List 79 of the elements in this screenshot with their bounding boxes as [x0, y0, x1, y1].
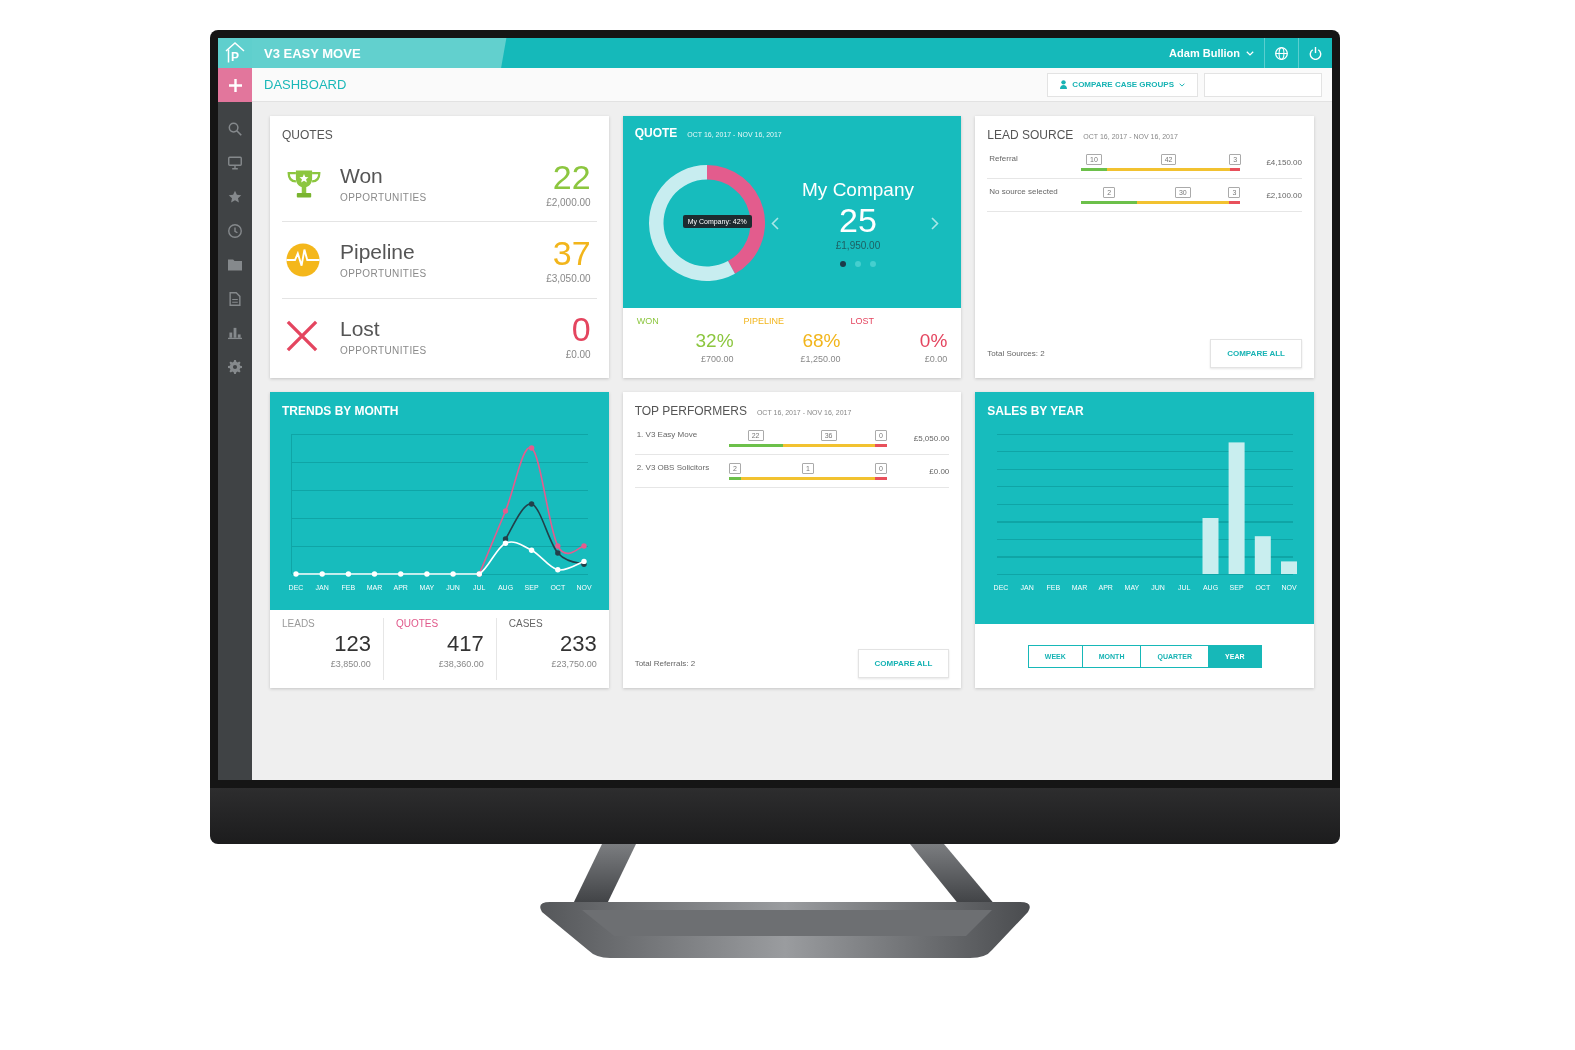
amount-value: £5,050.00 — [912, 434, 950, 443]
settings-icon[interactable] — [228, 360, 242, 374]
total-label: Total Referrals: 2 — [634, 659, 696, 668]
count-value: 233 — [558, 631, 597, 657]
status-label: Lost — [340, 316, 381, 341]
input-field[interactable] — [1204, 72, 1322, 97]
chevron-right-icon[interactable] — [931, 216, 940, 230]
card-title: LEAD SOURCE — [987, 128, 1074, 142]
status-label: WON — [636, 316, 660, 326]
add-button[interactable] — [218, 68, 252, 102]
percent-value: 68% — [801, 330, 841, 352]
compare-all-button[interactable]: COMPARE ALL — [857, 649, 950, 678]
total-label: Total Sources: 2 — [987, 349, 1045, 358]
percent-value: 0% — [918, 330, 948, 352]
count-value: 0 — [570, 312, 591, 347]
amount-value: £4,150.00 — [1265, 158, 1302, 167]
row-label: 2. V3 OBS Solicitors — [635, 463, 711, 472]
amount-value: £0.00 — [565, 349, 591, 361]
bar-chart-icon[interactable] — [228, 326, 242, 340]
amount-value: £2,100.00 — [1265, 191, 1302, 200]
count-value: 37 — [551, 236, 591, 270]
card-title: TOP PERFORMERS — [634, 404, 747, 418]
company-name: My Company — [802, 178, 914, 201]
status-label: Won — [340, 164, 384, 189]
amount-value: £3,050.00 — [546, 273, 591, 284]
star-icon[interactable] — [228, 190, 242, 204]
page-title: DASHBOARD — [263, 77, 347, 92]
status-label: LOST — [850, 316, 875, 326]
pulse-icon — [286, 243, 320, 277]
logo: P — [218, 38, 252, 68]
page-dot[interactable] — [840, 261, 846, 268]
plus-icon — [228, 78, 242, 92]
card-title: SALES BY YEAR — [987, 404, 1085, 418]
count-value: 25 — [839, 200, 877, 241]
compare-groups-button[interactable]: COMPARE CASE GROUPS — [1047, 72, 1198, 97]
chevron-left-icon[interactable] — [770, 216, 779, 230]
caption-label: OPPORTUNITIES — [340, 192, 428, 204]
compare-all-button[interactable]: COMPARE ALL — [1210, 339, 1302, 368]
card-title: TRENDS BY MONTH — [282, 404, 400, 418]
cross-icon — [286, 320, 318, 353]
total-label: QUOTES — [395, 618, 440, 629]
amount-value: £1,950.00 — [835, 240, 881, 252]
amount-value: £0.00 — [928, 467, 950, 476]
amount-value: £38,360.00 — [437, 659, 484, 669]
row-label: No source selected — [988, 187, 1059, 196]
page-dot[interactable] — [855, 261, 861, 268]
globe-icon[interactable] — [1275, 46, 1288, 60]
percent-value: 32% — [694, 330, 734, 352]
page-dot[interactable] — [870, 261, 876, 268]
search-icon[interactable] — [228, 122, 242, 136]
row-label: 1. V3 Easy Move — [635, 430, 699, 439]
count-value: 123 — [333, 631, 371, 657]
document-icon[interactable] — [228, 292, 242, 306]
caption-label: OPPORTUNITIES — [340, 268, 428, 280]
caret-icon — [1246, 50, 1254, 56]
total-label: CASES — [508, 618, 544, 629]
row-label: Referral — [988, 154, 1019, 163]
count-value: 22 — [551, 159, 591, 194]
amount-value: £23,750.00 — [550, 659, 597, 669]
amount-value: £0.00 — [923, 354, 948, 364]
amount-value: £2,000.00 — [546, 196, 591, 208]
app-name: V3 EASY MOVE — [263, 45, 361, 61]
card-title: QUOTE — [634, 126, 678, 140]
status-label: Pipeline — [340, 240, 416, 265]
folder-icon[interactable] — [228, 258, 242, 272]
caption-label: OPPORTUNITIES — [340, 344, 428, 356]
amount-value: £700.00 — [700, 354, 734, 364]
status-label: PIPELINE — [743, 316, 786, 326]
total-label: LEADS — [282, 618, 316, 629]
amount-value: £1,250.00 — [799, 354, 841, 364]
user-menu[interactable]: Adam Bullion — [1159, 38, 1264, 68]
monitor-icon[interactable] — [228, 156, 242, 170]
count-value: 417 — [446, 631, 484, 657]
amount-value: £3,850.00 — [329, 659, 371, 669]
power-icon[interactable] — [1309, 46, 1322, 60]
person-icon — [1060, 80, 1068, 89]
card-title: QUOTES — [282, 128, 334, 142]
clock-icon[interactable] — [228, 224, 242, 238]
caret-icon — [1179, 82, 1185, 87]
